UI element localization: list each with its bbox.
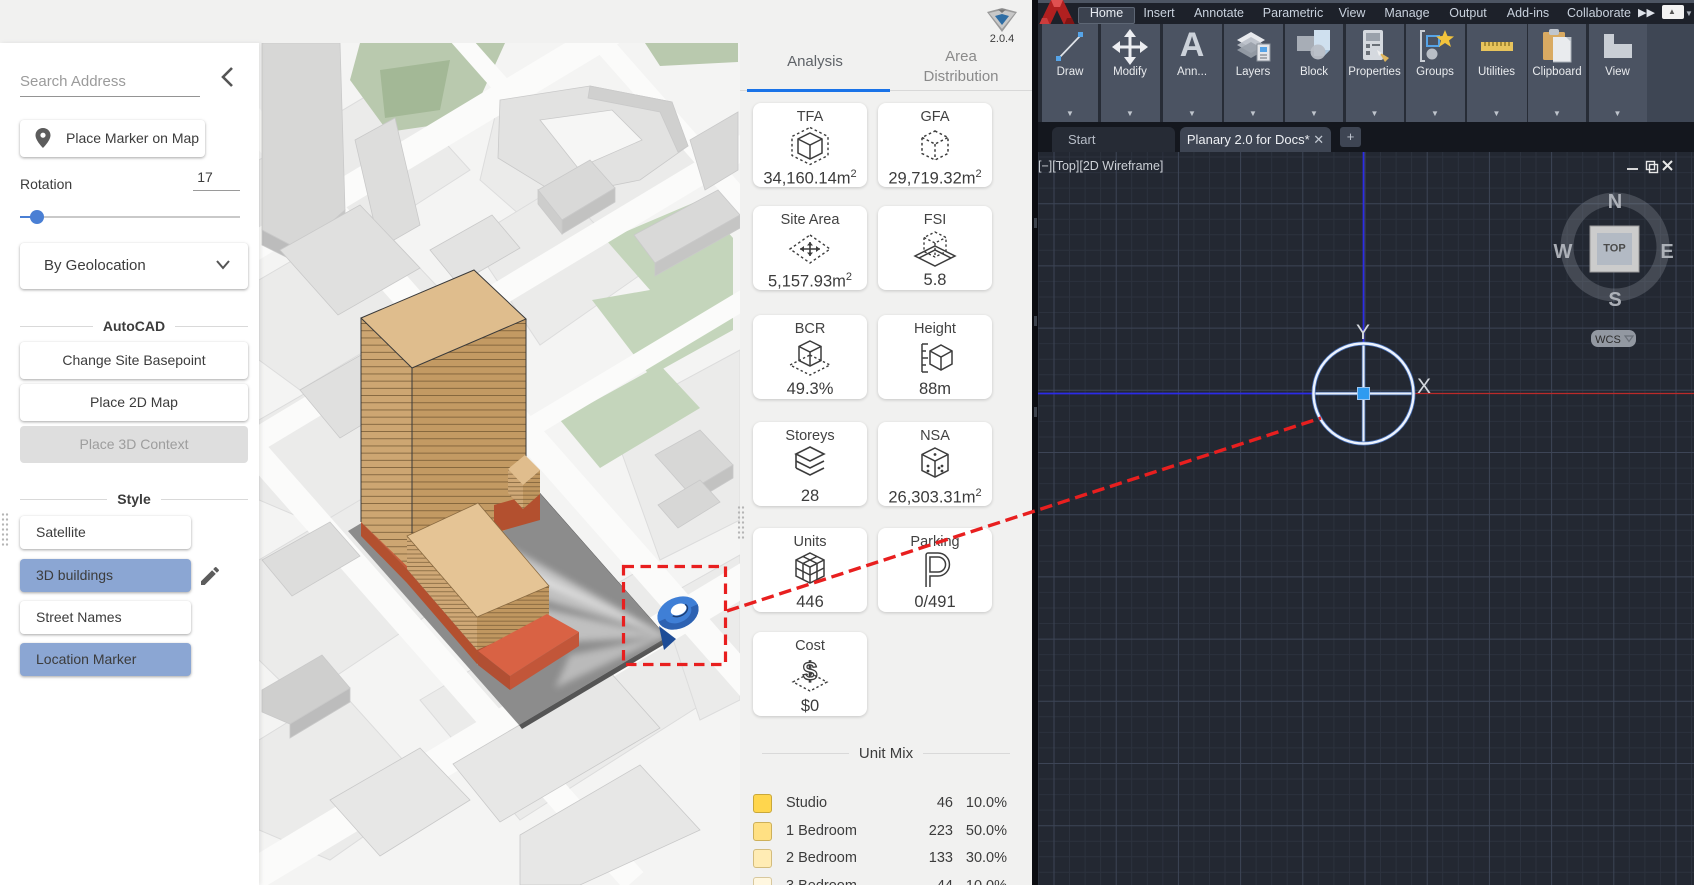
svg-text:TOP: TOP [1603, 243, 1625, 255]
svg-text:X: X [1417, 375, 1431, 398]
svg-text:Y: Y [1356, 321, 1370, 344]
svg-text:[−][Top][2D Wireframe]: [−][Top][2D Wireframe] [1038, 159, 1163, 173]
svg-text:WCS: WCS [1595, 334, 1621, 346]
svg-text:S: S [1608, 289, 1621, 311]
svg-text:E: E [1660, 241, 1673, 263]
svg-text:W: W [1554, 241, 1573, 263]
svg-text:$: $ [803, 656, 818, 686]
svg-text:N: N [1608, 191, 1622, 213]
